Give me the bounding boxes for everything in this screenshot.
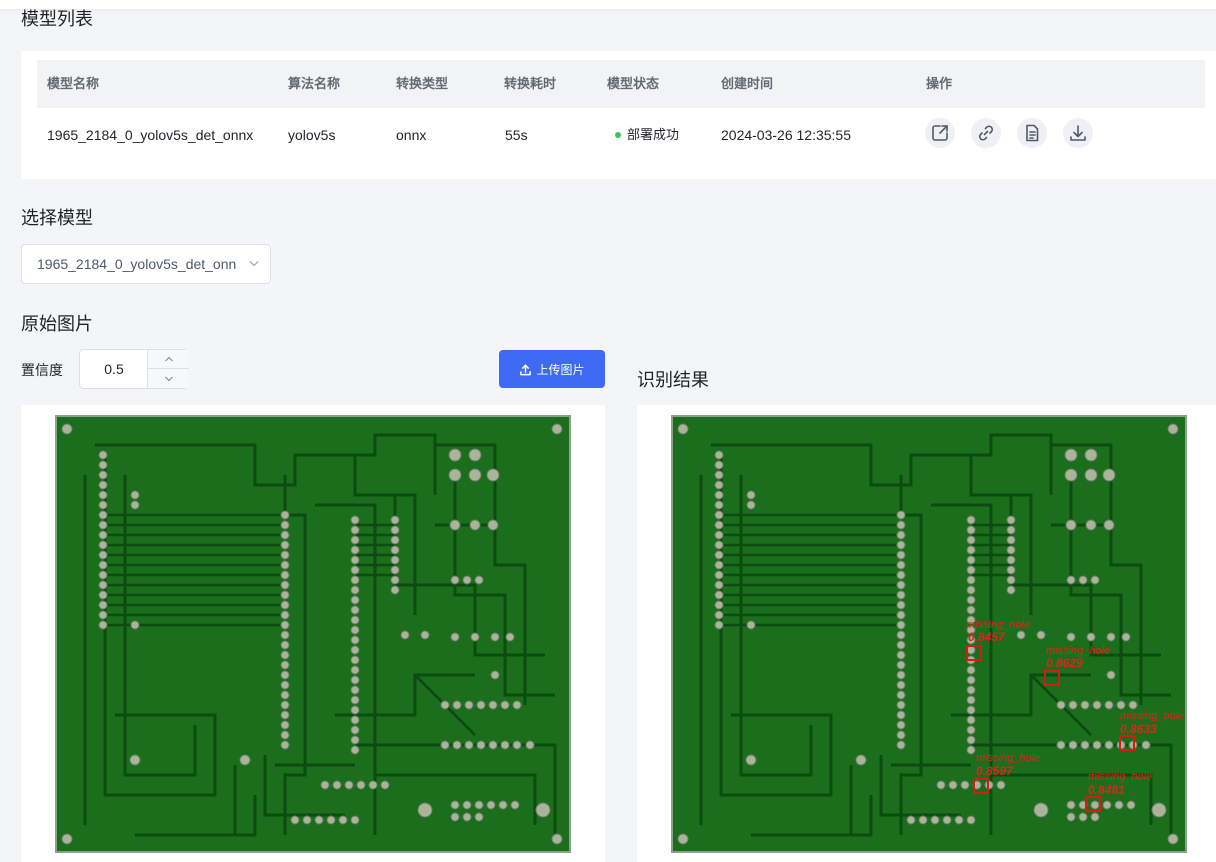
- detection-score: 0.8633: [1120, 722, 1157, 736]
- detection-box: [1085, 796, 1101, 812]
- download-icon: [1070, 125, 1086, 141]
- stepper-arrows: [147, 350, 189, 388]
- model-table: 模型名称 算法名称 转换类型 转换耗时 模型状态 创建时间 操作 1965_21…: [21, 51, 1216, 179]
- download-button[interactable]: [1063, 118, 1093, 148]
- status-badge: 部署成功: [627, 127, 680, 142]
- result-image-card: missing_hole 0.8457 missing_hole 0.8629 …: [637, 405, 1216, 862]
- detection-score: 0.8597: [976, 764, 1013, 778]
- confidence-label: 置信度: [21, 362, 63, 378]
- result-title: 识别结果: [637, 370, 709, 390]
- row-algorithm: yolov5s: [288, 127, 336, 143]
- confidence-input[interactable]: 0.5: [80, 350, 148, 388]
- chevron-down-icon: [164, 376, 173, 381]
- original-image-title: 原始图片: [21, 314, 93, 334]
- share-button[interactable]: [925, 118, 955, 148]
- detection-box: [1044, 670, 1060, 686]
- select-model-title: 选择模型: [21, 208, 93, 228]
- upload-label: 上传图片: [536, 362, 585, 377]
- pcb-original-image: [55, 415, 571, 853]
- table-header: 模型名称 算法名称 转换类型 转换耗时 模型状态 创建时间 操作: [37, 60, 1205, 108]
- model-select-value: 1965_2184_0_yolov5s_det_onn: [37, 256, 237, 272]
- col-convert-time: 转换耗时: [504, 76, 557, 91]
- detection-label: missing_hole: [976, 752, 1041, 764]
- col-model-name: 模型名称: [47, 76, 100, 91]
- link-button[interactable]: [971, 118, 1001, 148]
- col-actions: 操作: [926, 76, 953, 91]
- document-icon: [1026, 124, 1039, 142]
- row-status: 部署成功: [615, 117, 679, 153]
- detection-box: [966, 645, 982, 661]
- row-model-name: 1965_2184_0_yolov5s_det_onnx: [47, 127, 254, 143]
- chevron-up-icon: [164, 356, 173, 362]
- share-icon: [932, 125, 948, 141]
- increase-button[interactable]: [148, 350, 189, 369]
- row-convert-time: 55s: [505, 127, 528, 143]
- row-created: 2024-03-26 12:35:55: [721, 127, 851, 143]
- detection-label: missing_hole: [1088, 771, 1153, 783]
- top-bar: [0, 0, 1216, 9]
- col-algorithm: 算法名称: [288, 76, 341, 91]
- document-button[interactable]: [1017, 118, 1047, 148]
- col-created: 创建时间: [721, 76, 774, 91]
- model-list-title: 模型列表: [21, 9, 93, 29]
- detection-score: 0.8481: [1088, 783, 1125, 797]
- upload-icon: [520, 364, 532, 375]
- chevron-down-icon: [248, 245, 260, 297]
- link-icon: [979, 125, 993, 141]
- decrease-button[interactable]: [148, 369, 189, 388]
- confidence-stepper[interactable]: 0.5: [79, 349, 189, 389]
- col-model-status: 模型状态: [607, 76, 660, 91]
- detection-box: [1119, 735, 1135, 751]
- detection-score: 0.8629: [1046, 656, 1083, 670]
- detection-label: missing_hole: [1120, 710, 1185, 722]
- upload-image-button[interactable]: 上传图片: [499, 350, 605, 388]
- col-convert-type: 转换类型: [396, 76, 449, 91]
- row-convert-type: onnx: [396, 127, 427, 143]
- status-dot: [615, 131, 621, 138]
- model-select[interactable]: 1965_2184_0_yolov5s_det_onn: [21, 244, 271, 284]
- detection-box: [973, 778, 989, 794]
- original-image-card: [21, 405, 605, 862]
- detection-score: 0.8457: [968, 630, 1005, 644]
